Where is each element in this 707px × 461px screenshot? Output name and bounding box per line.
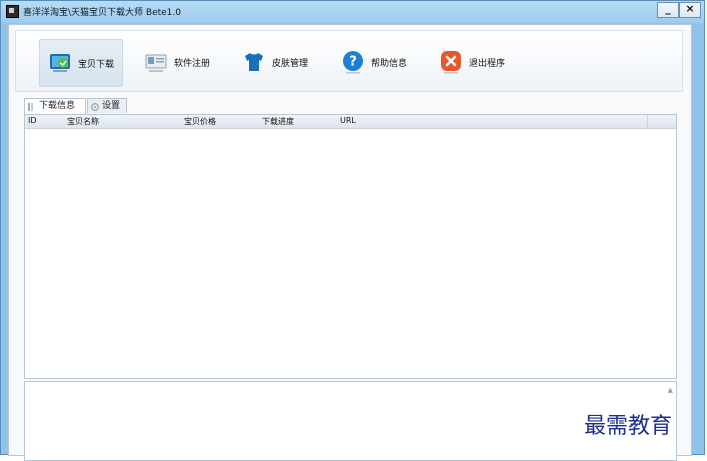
column-item-price[interactable]: 宝贝价格 [184,116,216,127]
toolbar-skin-button[interactable]: 皮肤管理 [234,39,316,85]
toolbar-download-button[interactable]: 宝贝下载 [39,39,124,87]
column-item-name[interactable]: 宝贝名称 [67,116,99,127]
tab-settings-label: 设置 [102,101,121,111]
toolbar-download-label: 宝贝下载 [78,59,115,70]
watermark: 最需教育 [584,414,673,439]
toolbar-register-label: 软件注册 [174,58,211,69]
toolbar-help-button[interactable]: ? 帮助信息 [333,39,415,85]
toolbar: 宝贝下载 软件注册 皮肤管理 ? 帮助信息 退出程序 [15,30,683,92]
toolbar-exit-label: 退出程序 [469,58,506,69]
toolbar-help-label: 帮助信息 [371,58,408,69]
list-header: ID 宝贝名称 宝贝价格 下载进度 URL [25,115,676,129]
title-bar[interactable]: 喜洋洋淘宝\天猫宝贝下载大师 Bete1.0 _ × [1,1,704,23]
download-icon [48,51,72,75]
tab-download-info-label: 下载信息 [39,101,76,111]
help-icon: ? [341,50,365,74]
registration-card-icon [144,50,168,74]
log-textarea[interactable]: ▲ [24,381,677,461]
app-icon [6,5,19,18]
column-filler [647,115,676,128]
exit-icon [439,50,463,74]
toolbar-register-button[interactable]: 软件注册 [136,39,218,85]
app-window: 喜洋洋淘宝\天猫宝贝下载大师 Bete1.0 _ × 宝贝下载 软件注册 皮肤管… [0,0,705,461]
minimize-button[interactable]: _ [657,2,679,18]
column-id[interactable]: ID [28,116,37,125]
settings-icon [91,102,99,111]
tshirt-icon [242,50,266,74]
column-download-progress[interactable]: 下载进度 [262,116,294,127]
close-button[interactable]: × [679,2,701,18]
tab-settings[interactable]: 设置 [87,98,127,113]
scroll-up-arrow-icon[interactable]: ▲ [668,386,673,394]
window-title: 喜洋洋淘宝\天猫宝贝下载大师 Bete1.0 [23,8,181,18]
toolbar-skin-label: 皮肤管理 [272,58,309,69]
list-icon [28,102,36,111]
svg-text:?: ? [349,55,357,70]
tab-download-info[interactable]: 下载信息 [24,98,86,115]
column-url[interactable]: URL [340,116,356,125]
main-panel: 宝贝下载 软件注册 皮肤管理 ? 帮助信息 退出程序 下载信息 设置 ID 宝贝… [8,24,692,461]
download-list[interactable]: ID 宝贝名称 宝贝价格 下载进度 URL [24,114,677,379]
toolbar-exit-button[interactable]: 退出程序 [431,39,513,85]
